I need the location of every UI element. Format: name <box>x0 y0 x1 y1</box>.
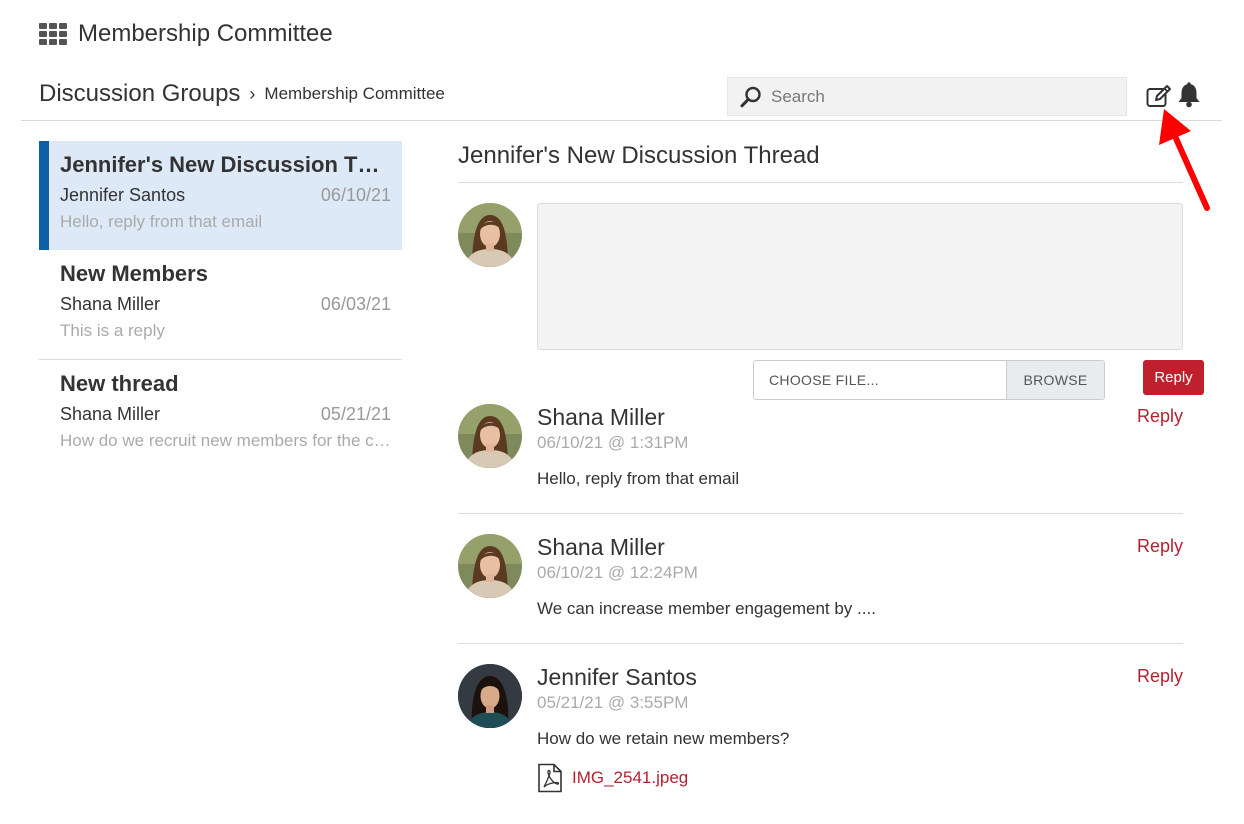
post-author: Jennifer Santos <box>537 664 697 690</box>
post-timestamp: 06/10/21 @ 12:24PM <box>537 563 698 582</box>
app-header: Membership Committee <box>39 18 333 50</box>
post-timestamp: 05/21/21 @ 3:55PM <box>537 693 689 712</box>
avatar <box>458 534 522 598</box>
avatar <box>458 404 522 468</box>
header-divider <box>21 120 1222 121</box>
thread-meta: Shana Miller 05/21/21 <box>60 402 391 426</box>
search-input[interactable] <box>771 86 1091 107</box>
thread-meta: Shana Miller 06/03/21 <box>60 292 391 316</box>
post: Jennifer Santos 05/21/21 @ 3:55PM How do… <box>458 664 1183 804</box>
thread-preview: How do we recruit new members for the co… <box>60 431 391 450</box>
thread-title: New Members <box>60 261 208 286</box>
breadcrumb: Discussion Groups › Membership Committee <box>39 78 445 110</box>
thread-date: 06/03/21 <box>320 294 391 314</box>
breadcrumb-parent[interactable]: Discussion Groups <box>39 80 240 108</box>
post-divider <box>458 513 1183 514</box>
heading-divider <box>458 182 1183 183</box>
thread-item-active[interactable]: Jennifer's New Discussion Thread Jennife… <box>39 141 402 250</box>
thread-preview: This is a reply <box>60 321 165 340</box>
thread-title: New thread <box>60 371 179 396</box>
thread-item[interactable]: New thread Shana Miller 05/21/21 How do … <box>39 360 402 470</box>
reply-link[interactable]: Reply <box>1137 406 1183 427</box>
browse-button[interactable]: BROWSE <box>1006 361 1104 399</box>
thread-meta: Jennifer Santos 06/10/21 <box>60 183 391 207</box>
post-author: Shana Miller <box>537 404 665 430</box>
search-box[interactable] <box>727 77 1127 116</box>
grid-icon[interactable] <box>39 23 67 45</box>
attachment-link[interactable]: IMG_2541.jpeg <box>537 763 688 793</box>
post-body: We can increase member engagement by ...… <box>537 599 876 618</box>
avatar <box>458 664 522 728</box>
app-title: Membership Committee <box>78 20 333 47</box>
thread-author: Shana Miller <box>60 294 161 314</box>
post-divider <box>458 643 1183 644</box>
reply-link[interactable]: Reply <box>1137 666 1183 687</box>
thread-preview: Hello, reply from that email <box>60 212 263 231</box>
attachment-name[interactable]: IMG_2541.jpeg <box>572 768 688 788</box>
post-timestamp: 06/10/21 @ 1:31PM <box>537 433 689 452</box>
thread-list: Jennifer's New Discussion Thread Jennife… <box>39 141 402 470</box>
thread-item[interactable]: New Members Shana Miller 06/03/21 This i… <box>39 250 402 360</box>
post-author: Shana Miller <box>537 534 665 560</box>
thread-title: Jennifer's New Discussion Thread <box>60 152 391 177</box>
thread-date: 05/21/21 <box>320 404 391 424</box>
breadcrumb-current: Membership Committee <box>264 84 445 103</box>
post: Shana Miller 06/10/21 @ 1:31PM Hello, re… <box>458 404 1183 514</box>
post-body: Hello, reply from that email <box>537 469 740 488</box>
thread-author: Jennifer Santos <box>60 185 186 205</box>
reply-link[interactable]: Reply <box>1137 536 1183 557</box>
red-arrow-icon <box>1159 109 1210 211</box>
breadcrumb-separator-icon: › <box>249 83 256 104</box>
choose-file-field[interactable]: CHOOSE FILE... <box>754 361 1006 399</box>
search-icon <box>740 86 761 107</box>
avatar <box>458 203 522 267</box>
reply-submit-button[interactable]: Reply <box>1143 360 1204 395</box>
post: Shana Miller 06/10/21 @ 12:24PM We can i… <box>458 534 1183 644</box>
thread-heading: Jennifer's New Discussion Thread <box>458 142 820 169</box>
thread-date: 06/10/21 <box>320 185 391 205</box>
reply-textarea[interactable] <box>537 203 1183 350</box>
pdf-file-icon <box>538 763 562 793</box>
post-body: How do we retain new members? <box>537 729 790 748</box>
thread-author: Shana Miller <box>60 404 161 424</box>
file-picker[interactable]: CHOOSE FILE... BROWSE <box>753 360 1105 400</box>
